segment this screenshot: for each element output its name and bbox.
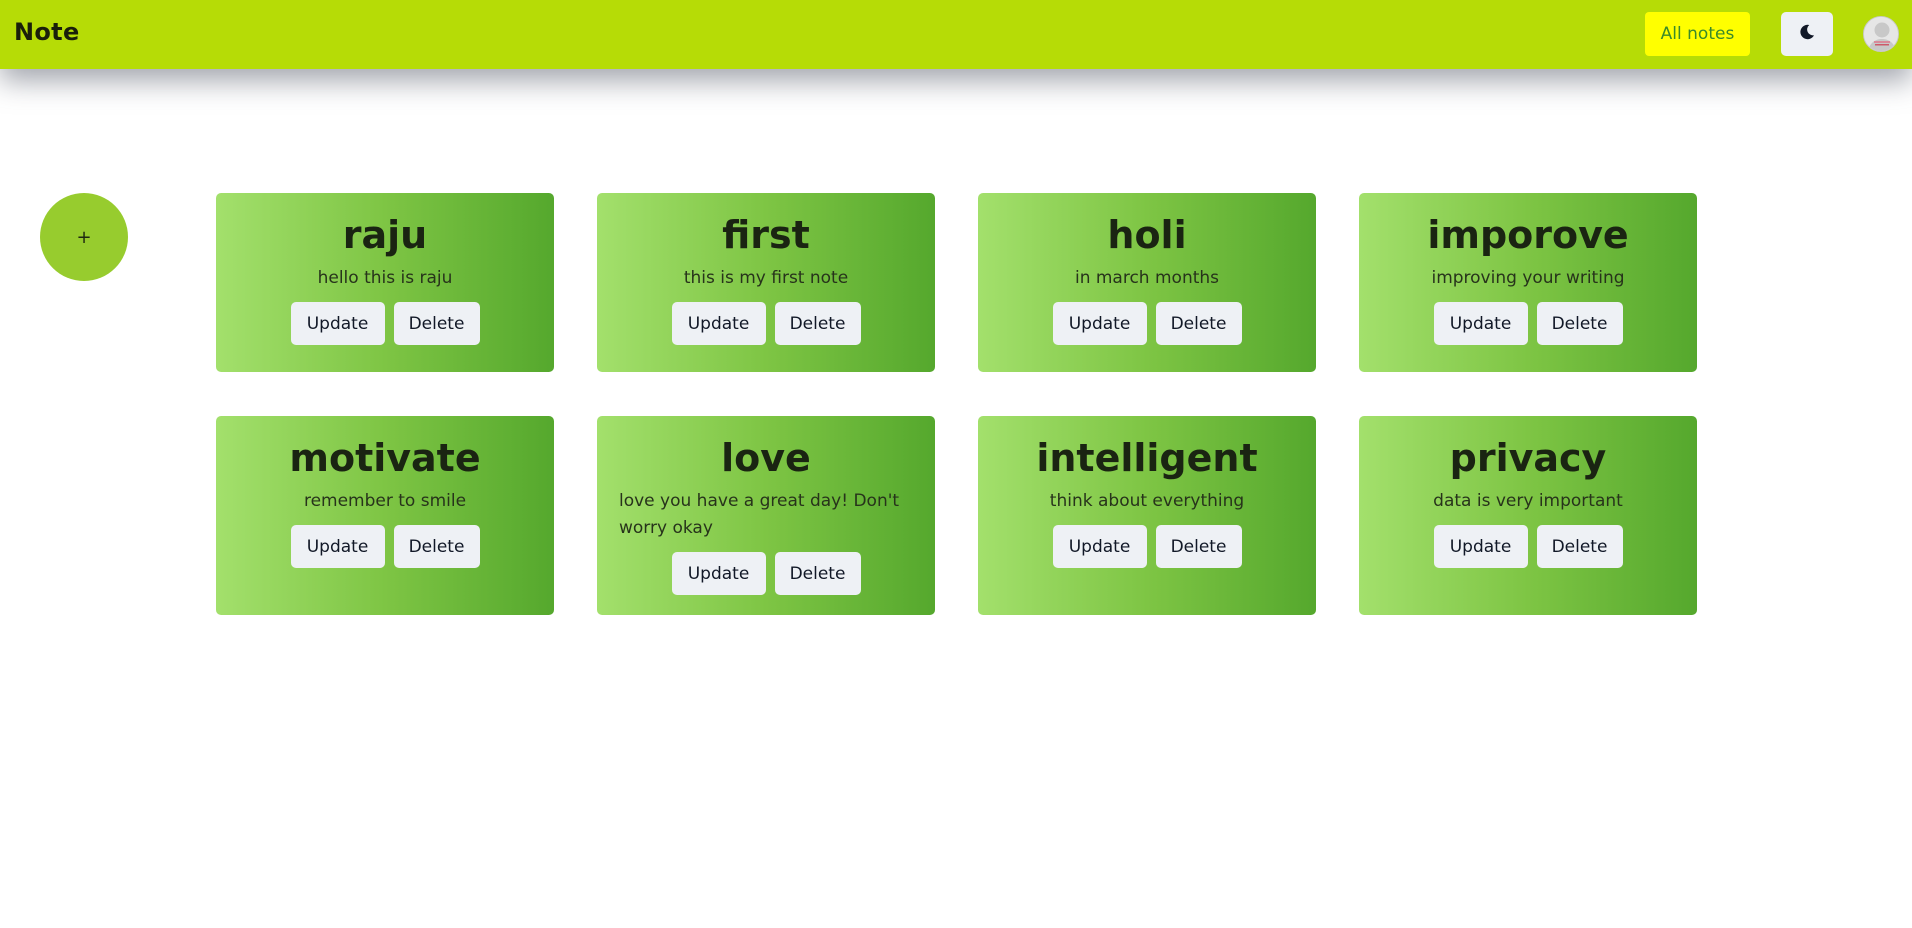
note-title: intelligent (1036, 436, 1258, 480)
note-actions: Update Delete (290, 302, 480, 345)
add-note-button[interactable]: + (40, 193, 128, 281)
note-title: imporove (1427, 213, 1629, 257)
navbar: Note All notes (0, 0, 1912, 69)
update-button[interactable]: Update (1433, 525, 1528, 568)
note-card: first this is my first note Update Delet… (597, 193, 935, 372)
note-title: love (721, 436, 811, 480)
note-text: in march months (1074, 268, 1220, 288)
note-actions: Update Delete (290, 525, 480, 568)
delete-button[interactable]: Delete (393, 302, 480, 345)
note-text: love you have a great day! Don't worry o… (619, 491, 900, 538)
notes-grid: raju hello this is raju Update Delete fi… (216, 193, 1697, 615)
moon-icon (1798, 23, 1816, 45)
note-text: data is very important (1433, 491, 1623, 511)
note-actions: Update Delete (1052, 302, 1242, 345)
update-button[interactable]: Update (1052, 525, 1147, 568)
update-button[interactable]: Update (290, 525, 385, 568)
note-text: improving your writing (1431, 268, 1625, 288)
note-actions: Update Delete (1052, 525, 1242, 568)
delete-button[interactable]: Delete (1536, 525, 1623, 568)
delete-button[interactable]: Delete (1155, 302, 1242, 345)
update-button[interactable]: Update (290, 302, 385, 345)
note-card: love love you have a great day! Don't wo… (597, 416, 935, 615)
delete-button[interactable]: Delete (393, 525, 480, 568)
user-avatar[interactable] (1863, 16, 1899, 52)
note-text: think about everything (1049, 491, 1245, 511)
note-actions: Update Delete (671, 302, 861, 345)
note-title: holi (1107, 213, 1187, 257)
note-actions: Update Delete (671, 552, 861, 595)
note-card: holi in march months Update Delete (978, 193, 1316, 372)
note-card: intelligent think about everything Updat… (978, 416, 1316, 615)
theme-toggle-button[interactable] (1781, 12, 1833, 56)
note-text: hello this is raju (317, 268, 453, 288)
note-actions: Update Delete (1433, 525, 1623, 568)
all-notes-button[interactable]: All notes (1645, 12, 1750, 56)
note-title: privacy (1449, 436, 1607, 480)
delete-button[interactable]: Delete (774, 552, 861, 595)
update-button[interactable]: Update (1433, 302, 1528, 345)
note-text: this is my first note (683, 268, 849, 288)
brand-title[interactable]: Note (14, 18, 80, 46)
note-title: motivate (289, 436, 481, 480)
update-button[interactable]: Update (1052, 302, 1147, 345)
note-text: remember to smile (303, 491, 467, 511)
note-card: imporove improving your writing Update D… (1359, 193, 1697, 372)
note-card: raju hello this is raju Update Delete (216, 193, 554, 372)
update-button[interactable]: Update (671, 552, 766, 595)
note-title: raju (342, 213, 428, 257)
note-card: motivate remember to smile Update Delete (216, 416, 554, 615)
update-button[interactable]: Update (671, 302, 766, 345)
delete-button[interactable]: Delete (774, 302, 861, 345)
delete-button[interactable]: Delete (1536, 302, 1623, 345)
note-title: first (722, 213, 810, 257)
delete-button[interactable]: Delete (1155, 525, 1242, 568)
note-actions: Update Delete (1433, 302, 1623, 345)
note-card: privacy data is very important Update De… (1359, 416, 1697, 615)
